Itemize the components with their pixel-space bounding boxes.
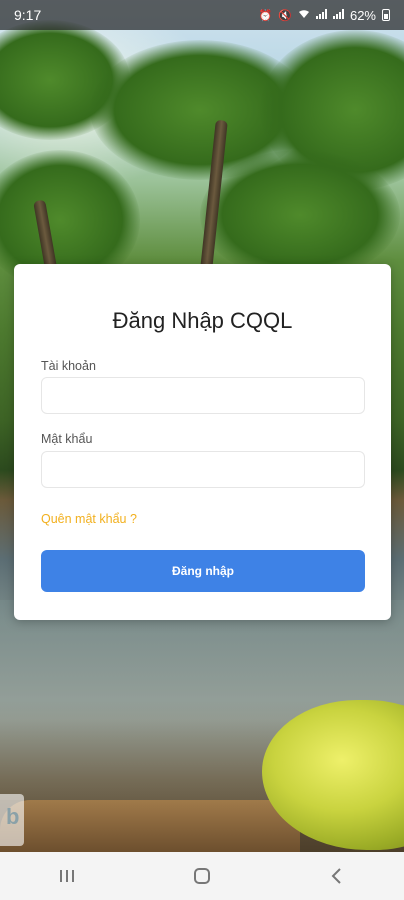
bing-logo-icon: b xyxy=(6,804,20,829)
password-label: Mật khẩu xyxy=(41,432,93,446)
recent-apps-icon xyxy=(60,870,75,882)
wifi-icon xyxy=(298,9,310,22)
forgot-password-link[interactable]: Quên mật khẩu ? xyxy=(41,512,137,526)
password-input[interactable] xyxy=(41,451,365,488)
status-icons: ⏰ 🔇 62% xyxy=(259,8,390,23)
account-input[interactable] xyxy=(41,377,365,414)
login-card: Đăng Nhập CQQL Tài khoản Mật khẩu Quên m… xyxy=(14,264,391,620)
login-button[interactable]: Đăng nhập xyxy=(41,550,365,592)
signal-icon xyxy=(332,8,344,22)
alarm-icon: ⏰ xyxy=(258,9,273,22)
login-title: Đăng Nhập CQQL xyxy=(112,308,293,333)
status-time: 9:17 xyxy=(14,7,42,23)
account-label: Tài khoản xyxy=(41,359,96,373)
signal-icon xyxy=(315,8,327,22)
home-button[interactable] xyxy=(172,852,232,900)
status-bar: 9:17 ⏰ 🔇 62% xyxy=(0,0,404,30)
back-icon xyxy=(331,868,341,884)
home-icon xyxy=(193,868,210,884)
recent-apps-button[interactable] xyxy=(37,852,97,900)
navigation-bar xyxy=(0,852,404,900)
mute-icon: 🔇 xyxy=(278,9,292,22)
log xyxy=(0,800,300,852)
bing-watermark: b xyxy=(0,794,24,846)
palm-foliage xyxy=(200,150,400,280)
battery-percent: 62% xyxy=(349,7,376,23)
battery-icon xyxy=(382,9,390,21)
back-button[interactable] xyxy=(307,852,367,900)
